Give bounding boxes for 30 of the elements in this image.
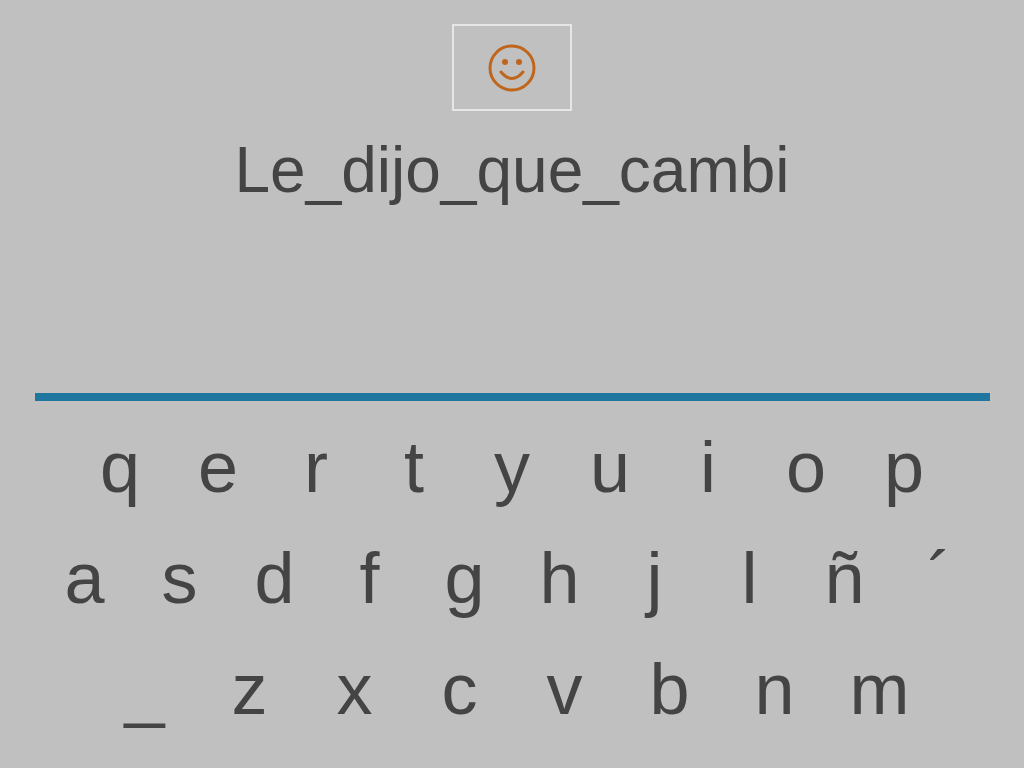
smiley-icon — [487, 42, 537, 93]
letter-key[interactable]: y — [463, 416, 561, 517]
letter-key[interactable]: r — [267, 416, 365, 517]
letter-key[interactable]: x — [302, 638, 407, 739]
letter-key[interactable]: g — [417, 527, 512, 628]
letter-key[interactable]: p — [855, 416, 953, 517]
letter-key[interactable]: h — [512, 527, 607, 628]
letter-key[interactable]: a — [37, 527, 132, 628]
letter-key[interactable]: j — [607, 527, 702, 628]
letter-key[interactable]: d — [227, 527, 322, 628]
letter-key[interactable]: b — [617, 638, 722, 739]
letter-key[interactable]: e — [169, 416, 267, 517]
letter-key[interactable]: m — [827, 638, 932, 739]
letter-key[interactable]: o — [757, 416, 855, 517]
letter-key[interactable]: c — [407, 638, 512, 739]
letter-key[interactable]: f — [322, 527, 417, 628]
letter-key[interactable]: t — [365, 416, 463, 517]
answer-text: Le_dijo_que_cambi — [234, 133, 790, 208]
letter-key[interactable]: ñ — [797, 527, 892, 628]
letter-key[interactable]: n — [722, 638, 827, 739]
letter-key[interactable]: z — [197, 638, 302, 739]
letter-key[interactable]: ´ — [892, 527, 987, 628]
smiley-button[interactable] — [452, 24, 572, 111]
letter-key[interactable]: s — [132, 527, 227, 628]
letter-key[interactable]: i — [659, 416, 757, 517]
letter-key[interactable]: u — [561, 416, 659, 517]
letter-key[interactable]: v — [512, 638, 617, 739]
letter-key[interactable]: _ — [92, 638, 197, 739]
letter-key[interactable]: q — [71, 416, 169, 517]
letter-key[interactable]: l — [702, 527, 797, 628]
